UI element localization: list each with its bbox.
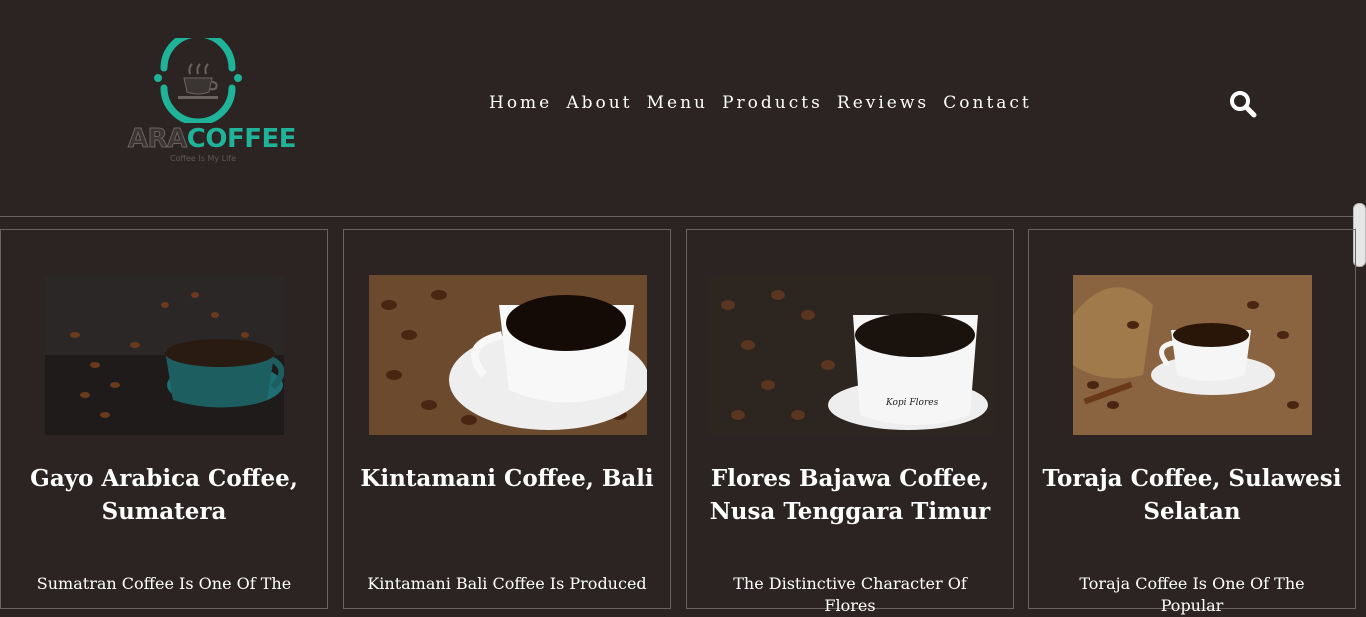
nav-reviews[interactable]: Reviews: [837, 93, 929, 113]
product-desc-flores: The Distinctive Character Of Flores: [733, 574, 967, 615]
brand-tagline: Coffee Is My Life: [170, 154, 237, 163]
product-card-flores[interactable]: Kopi Flores Flores Bajawa Coffee, Nusa T…: [686, 229, 1014, 615]
products-section: Gayo Arabica Coffee, Sumatera Sumatran C…: [0, 229, 1356, 615]
cup-label: Kopi Flores: [885, 398, 939, 408]
product-desc-kintamani: Kintamani Bali Coffee Is Produced: [367, 574, 647, 593]
nav-menu[interactable]: Menu: [647, 93, 708, 113]
product-title-flores: Flores Bajawa Coffee, Nusa Tenggara Timu…: [709, 465, 991, 525]
logo[interactable]: ARACOFFEE Coffee Is My Life: [128, 38, 297, 166]
product-card-kintamani[interactable]: Kintamani Coffee, Bali Kintamani Bali Co…: [343, 229, 671, 609]
nav-about[interactable]: About: [566, 93, 632, 113]
product-image-toraja: [1073, 275, 1312, 435]
search-button[interactable]: [1229, 90, 1257, 122]
nav-contact[interactable]: Contact: [943, 93, 1032, 113]
brand-name: ARACOFFEE: [128, 124, 297, 155]
product-card-gayo[interactable]: Gayo Arabica Coffee, Sumatera Sumatran C…: [0, 229, 328, 609]
product-title-kintamani: Kintamani Coffee, Bali: [360, 465, 654, 492]
product-card-toraja[interactable]: Toraja Coffee, Sulawesi Selatan Toraja C…: [1028, 229, 1356, 615]
product-desc-toraja: Toraja Coffee Is One Of The Popular: [1079, 574, 1305, 615]
coffee-cup-logo-icon: [154, 38, 242, 123]
product-image-kintamani: [369, 275, 647, 435]
product-title-gayo: Gayo Arabica Coffee, Sumatera: [30, 465, 298, 525]
product-title-toraja: Toraja Coffee, Sulawesi Selatan: [1042, 465, 1342, 525]
product-image-gayo: [45, 275, 284, 435]
nav-home[interactable]: Home: [489, 93, 552, 113]
product-desc-gayo: Sumatran Coffee Is One Of The: [36, 574, 292, 593]
site-header: ARACOFFEE Coffee Is My Life Home About M…: [0, 0, 1366, 217]
nav-products[interactable]: Products: [722, 93, 823, 113]
search-icon: [1230, 91, 1257, 118]
product-image-flores: Kopi Flores: [708, 275, 994, 435]
main-nav: Home About Menu Products Reviews Contact: [489, 93, 1041, 113]
